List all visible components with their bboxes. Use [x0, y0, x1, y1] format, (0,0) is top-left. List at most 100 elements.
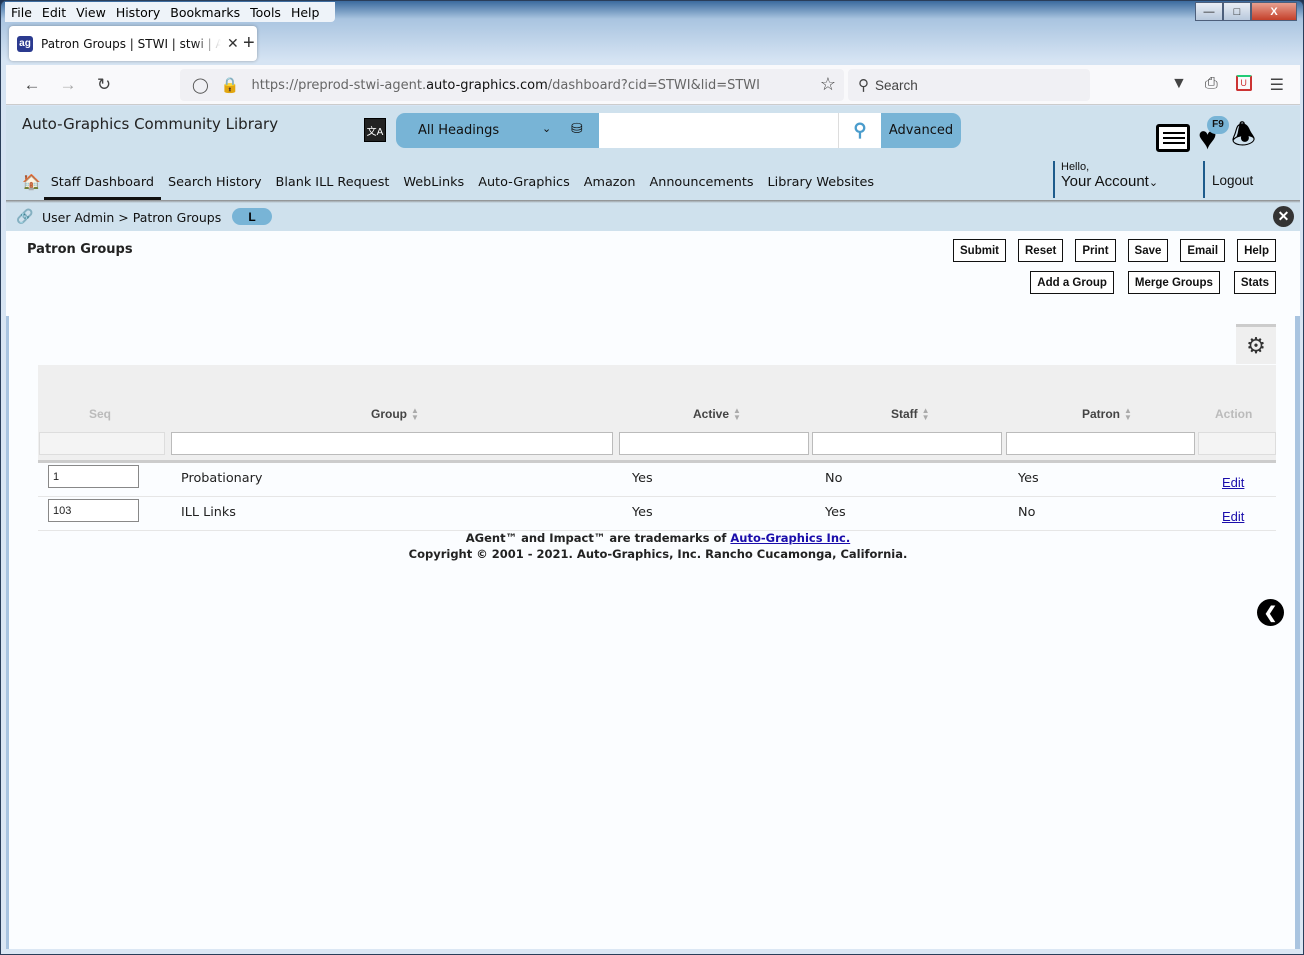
lock-icon[interactable]: 🔒: [221, 76, 240, 94]
col-staff[interactable]: Staff ▲ ▼: [891, 407, 930, 422]
menu-help[interactable]: Help: [291, 5, 320, 20]
active-cell: Yes: [632, 505, 653, 520]
page-title: Patron Groups: [27, 242, 133, 257]
advanced-search-button[interactable]: Advanced: [881, 113, 961, 148]
copyright-text: Copyright © 2001 - 2021. Auto-Graphics, …: [408, 547, 908, 561]
nav-amazon[interactable]: Amazon: [584, 175, 636, 190]
edit-link[interactable]: Edit: [1222, 509, 1244, 524]
menu-view[interactable]: View: [76, 5, 106, 20]
help-button[interactable]: Help: [1237, 239, 1276, 262]
nav-auto-graphics[interactable]: Auto-Graphics: [478, 175, 570, 190]
translate-icon[interactable]: 文A: [364, 118, 386, 142]
col-group[interactable]: Group ▲ ▼: [371, 407, 419, 422]
nav-search-history[interactable]: Search History: [168, 175, 262, 190]
patron-cell: Yes: [1018, 471, 1039, 486]
breadcrumb-bar: 🔗 User Admin > Patron Groups L ✕: [6, 203, 1300, 231]
browser-tab[interactable]: ag Patron Groups | STWI | stwi | Auto-Gr…: [9, 26, 257, 61]
bookmark-star-icon[interactable]: ☆: [820, 74, 836, 95]
home-icon[interactable]: 🏠: [22, 173, 41, 191]
staff-filter-input[interactable]: [812, 432, 1002, 455]
hamburger-menu-icon[interactable]: ☰: [1270, 75, 1284, 95]
action-buttons-row-2: Add a Group Merge Groups Stats: [1030, 271, 1276, 294]
col-active[interactable]: Active ▲ ▼: [693, 407, 741, 422]
list-icon[interactable]: [1156, 124, 1190, 152]
shield-icon[interactable]: ◯: [192, 76, 209, 94]
nav-library-websites[interactable]: Library Websites: [768, 175, 875, 190]
sort-icon[interactable]: ▲ ▼: [411, 407, 419, 422]
save-button[interactable]: Save: [1127, 239, 1169, 262]
close-icon[interactable]: ✕: [1273, 206, 1294, 227]
col-seq-label: Seq: [89, 407, 112, 421]
active-filter-input[interactable]: [619, 432, 809, 455]
nav-blank-ill-request[interactable]: Blank ILL Request: [276, 175, 390, 190]
chevron-left-icon[interactable]: ❮: [1257, 599, 1284, 626]
add-group-button[interactable]: Add a Group: [1030, 271, 1114, 294]
seq-filter: [39, 432, 165, 455]
minimize-button[interactable]: —: [1195, 2, 1223, 21]
menu-bar: File Edit View History Bookmarks Tools H…: [5, 2, 336, 22]
close-window-button[interactable]: X: [1251, 2, 1297, 21]
submit-button[interactable]: Submit: [953, 239, 1006, 262]
menu-bookmarks[interactable]: Bookmarks: [170, 5, 240, 20]
sort-icon[interactable]: ▲ ▼: [733, 407, 741, 422]
search-scope-select[interactable]: All Headings ⌄ ⛁: [396, 113, 599, 148]
url-bar[interactable]: ◯ 🔒 https://preprod-stwi-agent.auto-grap…: [180, 69, 844, 101]
back-icon[interactable]: ←: [14, 75, 50, 95]
account-menu[interactable]: Hello, Your Account⌄: [1053, 161, 1158, 198]
print-icon[interactable]: ⎙: [1205, 75, 1218, 95]
forward-icon[interactable]: →: [50, 75, 86, 95]
search-group: All Headings ⌄ ⛁ ⚲ Advanced: [396, 113, 961, 148]
email-button[interactable]: Email: [1180, 239, 1226, 262]
pocket-icon[interactable]: ▼: [1171, 75, 1187, 95]
site-header: Auto-Graphics Community Library 文A All H…: [6, 106, 1300, 203]
maximize-button[interactable]: □: [1223, 2, 1251, 21]
patron-cell: No: [1018, 505, 1036, 520]
edit-link[interactable]: Edit: [1222, 475, 1244, 490]
new-tab-icon[interactable]: +: [243, 32, 255, 55]
group-filter-input[interactable]: [171, 432, 613, 455]
merge-groups-button[interactable]: Merge Groups: [1127, 271, 1220, 294]
close-tab-icon[interactable]: ✕: [227, 35, 239, 52]
menu-history[interactable]: History: [116, 5, 160, 20]
notifications-bell-icon[interactable]: 🕭: [1231, 114, 1256, 162]
patron-filter-input[interactable]: [1006, 432, 1195, 455]
favorites-heart-icon[interactable]: ♥ F9: [1198, 116, 1229, 154]
col-action-label: Action: [1215, 407, 1253, 421]
database-icon[interactable]: ⛁: [571, 121, 583, 137]
right-frame-edge: [1295, 316, 1300, 949]
col-staff-label: Staff: [891, 407, 918, 421]
menu-file[interactable]: File: [11, 5, 32, 20]
sort-icon[interactable]: ▲ ▼: [1124, 407, 1132, 422]
auto-graphics-link[interactable]: Auto-Graphics Inc.: [730, 531, 850, 545]
web-page: Auto-Graphics Community Library 文A All H…: [6, 106, 1300, 949]
col-group-label: Group: [371, 407, 407, 421]
reset-button[interactable]: Reset: [1018, 239, 1064, 262]
reload-icon[interactable]: ↻: [86, 75, 122, 95]
seq-input[interactable]: [48, 465, 139, 488]
nav-weblinks[interactable]: WebLinks: [403, 175, 464, 190]
extension-icon[interactable]: U: [1235, 75, 1252, 91]
url-domain: auto-graphics.com: [426, 77, 548, 93]
hello-label: Hello,: [1061, 161, 1090, 173]
patron-groups-table: Seq Group ▲ ▼ Active ▲ ▼ Staff ▲ ▼ Patron ▲ ▼ Ac…: [38, 365, 1276, 531]
menu-tools[interactable]: Tools: [250, 5, 281, 20]
gear-icon[interactable]: ⚙: [1236, 324, 1276, 364]
col-patron[interactable]: Patron ▲ ▼: [1082, 407, 1132, 422]
active-cell: Yes: [632, 471, 653, 486]
catalog-search-input[interactable]: [599, 113, 839, 148]
logout-link[interactable]: Logout: [1203, 161, 1253, 198]
nav-staff-dashboard[interactable]: Staff Dashboard: [43, 175, 162, 200]
print-button[interactable]: Print: [1075, 239, 1116, 262]
col-patron-label: Patron: [1082, 407, 1121, 421]
stats-button[interactable]: Stats: [1233, 271, 1276, 294]
browser-search-input[interactable]: ⚲ Search: [848, 69, 1090, 101]
group-cell: ILL Links: [181, 505, 236, 520]
search-submit-icon[interactable]: ⚲: [839, 113, 881, 148]
menu-edit[interactable]: Edit: [42, 5, 66, 20]
breadcrumb-pill[interactable]: L: [232, 208, 272, 225]
sort-icon[interactable]: ▲ ▼: [922, 407, 930, 422]
nav-announcements[interactable]: Announcements: [649, 175, 753, 190]
seq-input[interactable]: [48, 499, 139, 522]
search-icon: ⚲: [858, 77, 869, 94]
chevron-down-icon: ⌄: [1148, 177, 1159, 189]
